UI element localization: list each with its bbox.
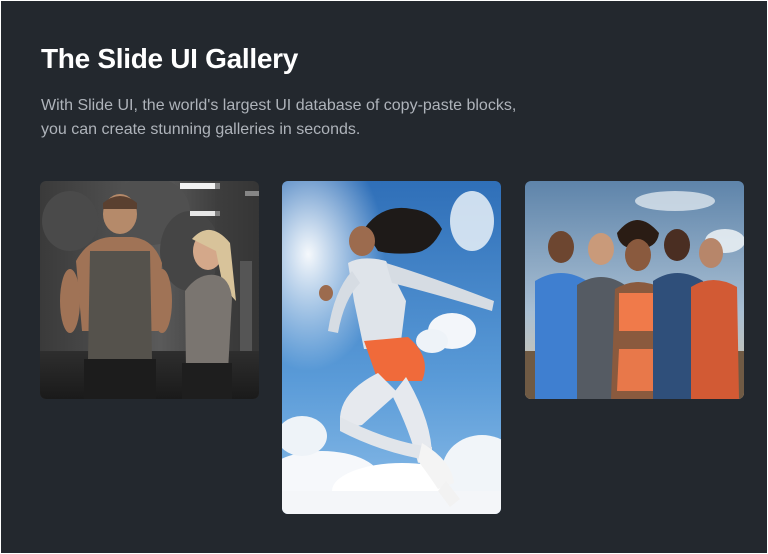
gallery-description: With Slide UI, the world's largest UI da… (41, 94, 516, 142)
gallery-image-athlete-team[interactable] (525, 181, 744, 399)
gallery-description-line-2: you can create stunning galleries in sec… (41, 121, 361, 138)
gallery-image-jumping-runner[interactable] (282, 181, 501, 514)
gym-couple-photo (40, 181, 259, 399)
athlete-team-photo (525, 181, 744, 399)
gallery-image-gym-couple[interactable] (40, 181, 259, 399)
gallery-description-line-1: With Slide UI, the world's largest UI da… (41, 97, 517, 114)
gallery-title: The Slide UI Gallery (41, 43, 298, 74)
gallery-section: The Slide UI Gallery With Slide UI, the … (1, 1, 767, 553)
jumping-runner-photo (282, 181, 501, 514)
